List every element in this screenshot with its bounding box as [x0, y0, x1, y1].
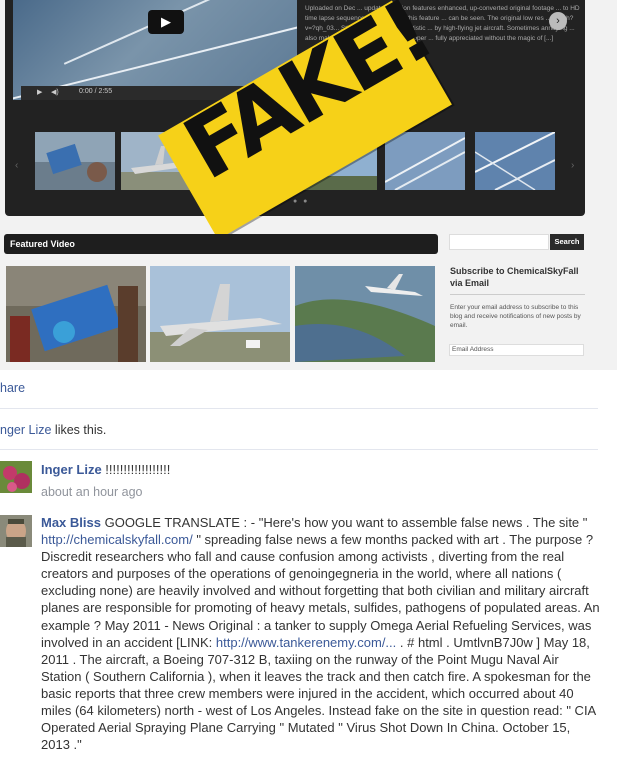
thumbnail[interactable]: [475, 132, 555, 190]
comment-text: GOOGLE TRANSLATE : - "Here's how you wan…: [100, 515, 588, 530]
thumbnail[interactable]: [35, 132, 115, 190]
likes-text: likes this.: [51, 423, 107, 437]
commenter-name-link[interactable]: Inger Lize: [41, 462, 102, 477]
play-control-icon[interactable]: ▶: [37, 88, 42, 96]
next-thumb-arrow-icon[interactable]: ›: [571, 160, 574, 171]
comment-2: Max Bliss GOOGLE TRANSLATE : - "Here's h…: [41, 514, 601, 753]
comment-timestamp[interactable]: about an hour ago: [41, 485, 142, 499]
featured-image-protest[interactable]: [6, 266, 146, 362]
prev-thumb-arrow-icon[interactable]: ‹: [15, 160, 18, 171]
featured-image-aircraft[interactable]: [150, 266, 290, 362]
comment-link[interactable]: http://chemicalskyfall.com/: [41, 532, 193, 547]
comment-text: !!!!!!!!!!!!!!!!!!: [101, 462, 171, 477]
video-time: 0:00 / 2:55: [79, 88, 113, 95]
email-field[interactable]: Email Address: [449, 344, 584, 356]
comment-link[interactable]: http://www.tankerenemy.com/...: [216, 635, 396, 650]
slider-dots[interactable]: ● ●: [293, 198, 309, 205]
share-link[interactable]: hare: [0, 381, 25, 395]
avatar[interactable]: [0, 515, 32, 547]
comment-text: " spreading false news a few months pack…: [41, 532, 600, 650]
subscribe-title: Subscribe to ChemicalSkyFall via Email: [450, 266, 579, 288]
next-arrow-icon[interactable]: ›: [549, 12, 567, 30]
volume-icon[interactable]: ◀): [51, 88, 59, 96]
divider: [0, 408, 598, 409]
blog-screenshot: ▶ ▶ ◀) 0:00 / 2:55 Uploaded on Dec ... u…: [0, 0, 617, 370]
divider: [0, 449, 598, 450]
search-button[interactable]: Search: [550, 234, 584, 250]
search-input[interactable]: [449, 234, 549, 250]
subscribe-description: Enter your email address to subscribe to…: [450, 304, 581, 329]
likes-line: nger Lize likes this.: [0, 423, 106, 437]
thumbnail[interactable]: [385, 132, 465, 190]
comment-text: . # html . UmtlvnB7J0w ] May 18, 2011 . …: [41, 634, 596, 753]
play-icon[interactable]: ▶: [148, 10, 184, 34]
divider: [450, 294, 585, 295]
featured-video-heading: Featured Video: [4, 234, 438, 254]
liker-name-link[interactable]: nger Lize: [0, 423, 51, 437]
avatar[interactable]: [0, 461, 32, 493]
comment-1: Inger Lize !!!!!!!!!!!!!!!!!!: [41, 462, 170, 477]
featured-image-spray-plane[interactable]: [295, 266, 435, 362]
commenter-name-link[interactable]: Max Bliss: [41, 515, 101, 530]
